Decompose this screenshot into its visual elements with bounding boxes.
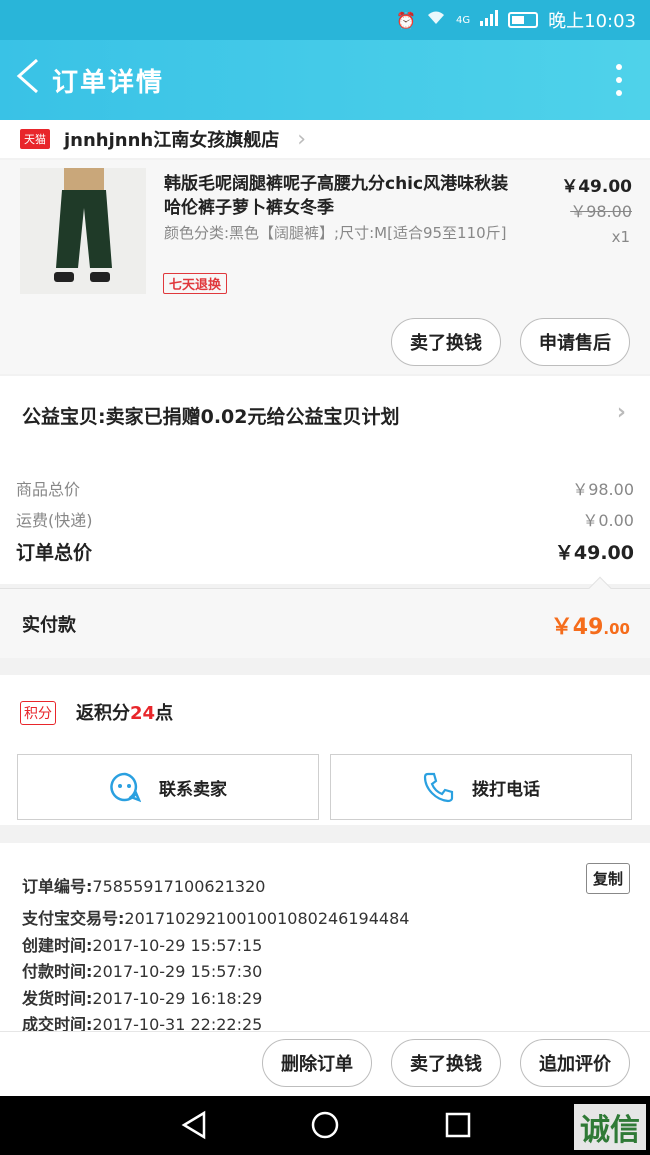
- shipping-row: 运费(快递) ￥0.00: [16, 507, 634, 531]
- product-spec: 颜色分类:黑色【阔腿裤】;尺寸:M[适合95至110斤]: [164, 224, 507, 242]
- more-options-icon[interactable]: [616, 64, 622, 96]
- charity-row[interactable]: 公益宝贝:卖家已捐赠0.02元给公益宝贝计划 ›: [0, 376, 650, 454]
- contact-seller-label: 联系卖家: [159, 779, 227, 800]
- bottom-actions: 删除订单 卖了换钱 追加评价: [0, 1031, 650, 1096]
- product-quantity: x1: [611, 228, 630, 246]
- system-nav-bar: 诚信: [0, 1096, 650, 1155]
- goods-total-label: 商品总价: [16, 480, 81, 499]
- network-badge: 4G: [456, 14, 471, 26]
- watermark-logo: 诚信: [574, 1104, 646, 1150]
- order-total-value: ￥49.00: [554, 542, 634, 564]
- shipping-value: ￥0.00: [582, 511, 634, 530]
- sell-button[interactable]: 卖了换钱: [391, 1039, 501, 1087]
- shop-name: jnnhjnnh江南女孩旗舰店: [64, 130, 280, 151]
- shop-row[interactable]: 天猫 jnnhjnnh江南女孩旗舰店 ›: [0, 120, 650, 158]
- actual-payment-amount: ￥49.00: [551, 609, 630, 641]
- points-value: 24: [130, 703, 156, 724]
- product-image[interactable]: [20, 168, 146, 294]
- phone-icon: [423, 772, 454, 803]
- points-section: 积分 返积分24点 联系卖家 拨打电话: [0, 675, 650, 825]
- nav-home-icon[interactable]: [310, 1110, 340, 1140]
- product-title[interactable]: 韩版毛呢阔腿裤呢子高腰九分chic风港味秋装哈伦裤子萝卜裤女冬季: [164, 172, 524, 220]
- info-label: 发货时间:: [22, 989, 93, 1008]
- actual-payment-row: 实付款 ￥49.00: [0, 576, 650, 658]
- actual-payment-label: 实付款: [22, 614, 76, 636]
- order-total-row: 订单总价 ￥49.00: [16, 538, 634, 565]
- info-value: 75855917100621320: [92, 877, 266, 896]
- call-label: 拨打电话: [472, 779, 540, 800]
- after-sale-button[interactable]: 申请售后: [520, 318, 630, 366]
- call-button[interactable]: 拨打电话: [330, 754, 632, 820]
- delete-order-button[interactable]: 删除订单: [262, 1039, 372, 1087]
- points-badge: 积分: [20, 701, 56, 725]
- chevron-right-icon: ›: [297, 126, 307, 152]
- goods-total-value: ￥98.00: [572, 480, 634, 499]
- chat-bubble-icon: [110, 772, 141, 803]
- paid-time-row: 付款时间:2017-10-29 15:57:30: [22, 958, 262, 982]
- product-original-price: ￥98.00: [570, 202, 632, 221]
- info-label: 创建时间:: [22, 936, 93, 955]
- amount-cents: .00: [603, 620, 630, 638]
- add-review-button[interactable]: 追加评价: [520, 1039, 630, 1087]
- alarm-icon: ⏰: [396, 10, 416, 30]
- tmall-badge: 天猫: [20, 129, 50, 149]
- battery-icon: [508, 12, 539, 28]
- order-number-row: 订单编号:75855917100621320: [22, 873, 265, 897]
- nav-recents-icon[interactable]: [444, 1110, 472, 1140]
- alipay-number-row: 支付宝交易号:2017102921001001080246194484: [22, 905, 409, 929]
- info-label: 订单编号:: [22, 877, 93, 896]
- price-summary: 商品总价 ￥98.00 运费(快递) ￥0.00 订单总价 ￥49.00: [0, 454, 650, 584]
- points-prefix: 返积分: [76, 703, 130, 724]
- product-card[interactable]: 韩版毛呢阔腿裤呢子高腰九分chic风港味秋装哈伦裤子萝卜裤女冬季 颜色分类:黑色…: [0, 160, 650, 374]
- info-label: 支付宝交易号:: [22, 909, 125, 928]
- info-value: 2017-10-29 15:57:15: [92, 936, 263, 955]
- contact-seller-button[interactable]: 联系卖家: [17, 754, 319, 820]
- order-total-label: 订单总价: [16, 542, 93, 564]
- amount-main: ￥49: [550, 615, 604, 640]
- shipping-label: 运费(快递): [16, 511, 93, 530]
- info-value: 2017-10-29 16:18:29: [92, 989, 263, 1008]
- info-label: 付款时间:: [22, 962, 93, 981]
- shipped-time-row: 发货时间:2017-10-29 16:18:29: [22, 985, 262, 1009]
- copy-button[interactable]: 复制: [585, 863, 630, 894]
- status-bar: ⏰ 4G 晚上10:03: [0, 0, 650, 40]
- info-value: 2017-10-29 15:57:30: [92, 962, 263, 981]
- chevron-right-icon: ›: [616, 400, 626, 425]
- points-text: 返积分24点: [76, 699, 173, 725]
- charity-text: 公益宝贝:卖家已捐赠0.02元给公益宝贝计划: [22, 405, 400, 428]
- page-title: 订单详情: [52, 67, 165, 98]
- info-value: 2017102921001001080246194484: [124, 909, 410, 928]
- product-price: ￥49.00: [561, 177, 632, 197]
- order-info: 复制 订单编号:75855917100621320 支付宝交易号:2017102…: [0, 843, 650, 1034]
- seven-day-return-tag: 七天退换: [163, 273, 228, 294]
- app-bar: 订单详情: [0, 40, 650, 120]
- goods-total-row: 商品总价 ￥98.00: [16, 476, 634, 500]
- created-time-row: 创建时间:2017-10-29 15:57:15: [22, 932, 262, 956]
- signal-icon: [480, 10, 499, 30]
- points-suffix: 点: [155, 703, 174, 724]
- nav-back-icon[interactable]: [180, 1110, 208, 1140]
- wifi-icon: [426, 10, 446, 30]
- back-icon[interactable]: [4, 58, 52, 103]
- sell-button[interactable]: 卖了换钱: [391, 318, 501, 366]
- clock: 晚上10:03: [548, 11, 636, 32]
- watermark-text: 诚信: [580, 1113, 640, 1148]
